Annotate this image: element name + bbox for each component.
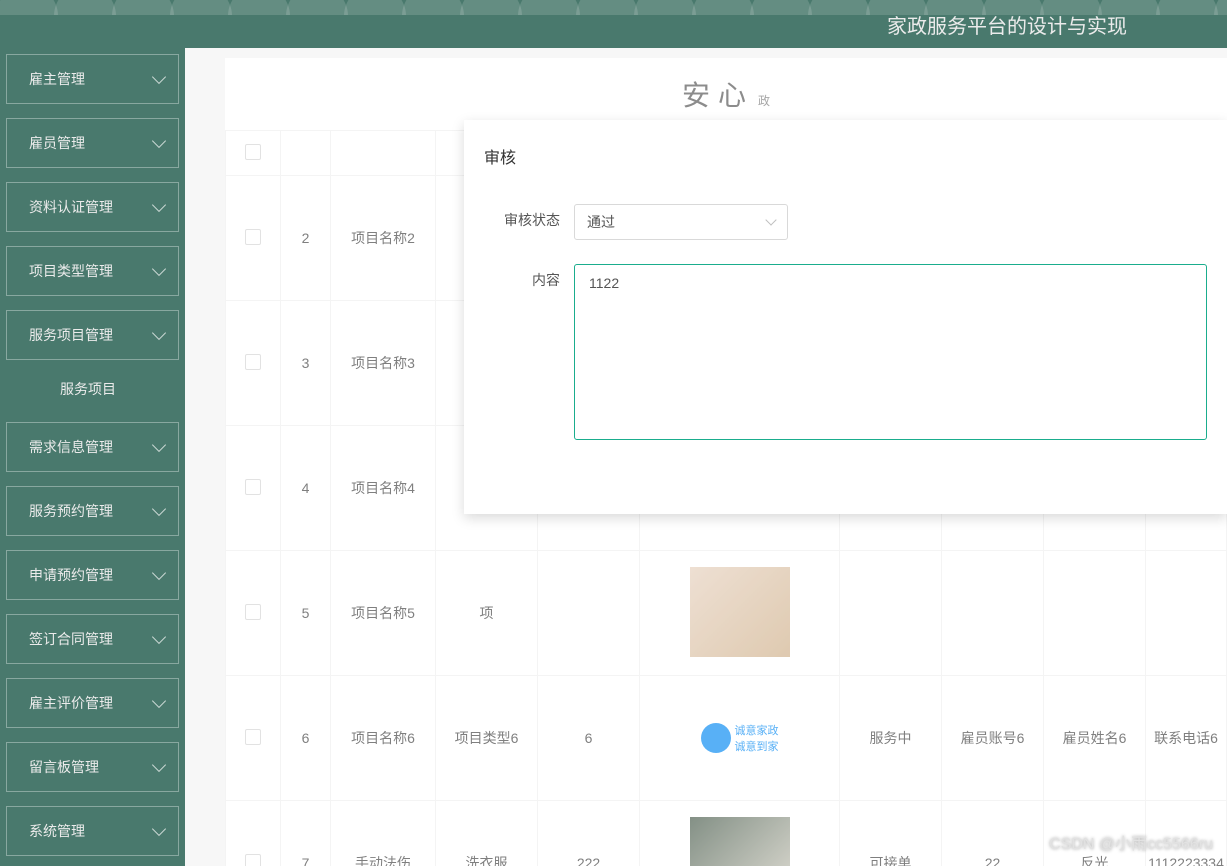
status-select[interactable]: 通过 <box>574 204 788 240</box>
select-value: 通过 <box>587 212 615 232</box>
content-textarea[interactable] <box>574 264 1207 440</box>
content-label: 内容 <box>484 264 574 290</box>
modal-title: 审核 <box>484 144 1207 168</box>
audit-modal: 审核 审核状态 通过 内容 <box>464 120 1227 514</box>
chevron-down-icon <box>765 214 776 225</box>
status-label: 审核状态 <box>484 204 574 230</box>
watermark: CSDN @小雨cc5566ru <box>1049 830 1213 854</box>
